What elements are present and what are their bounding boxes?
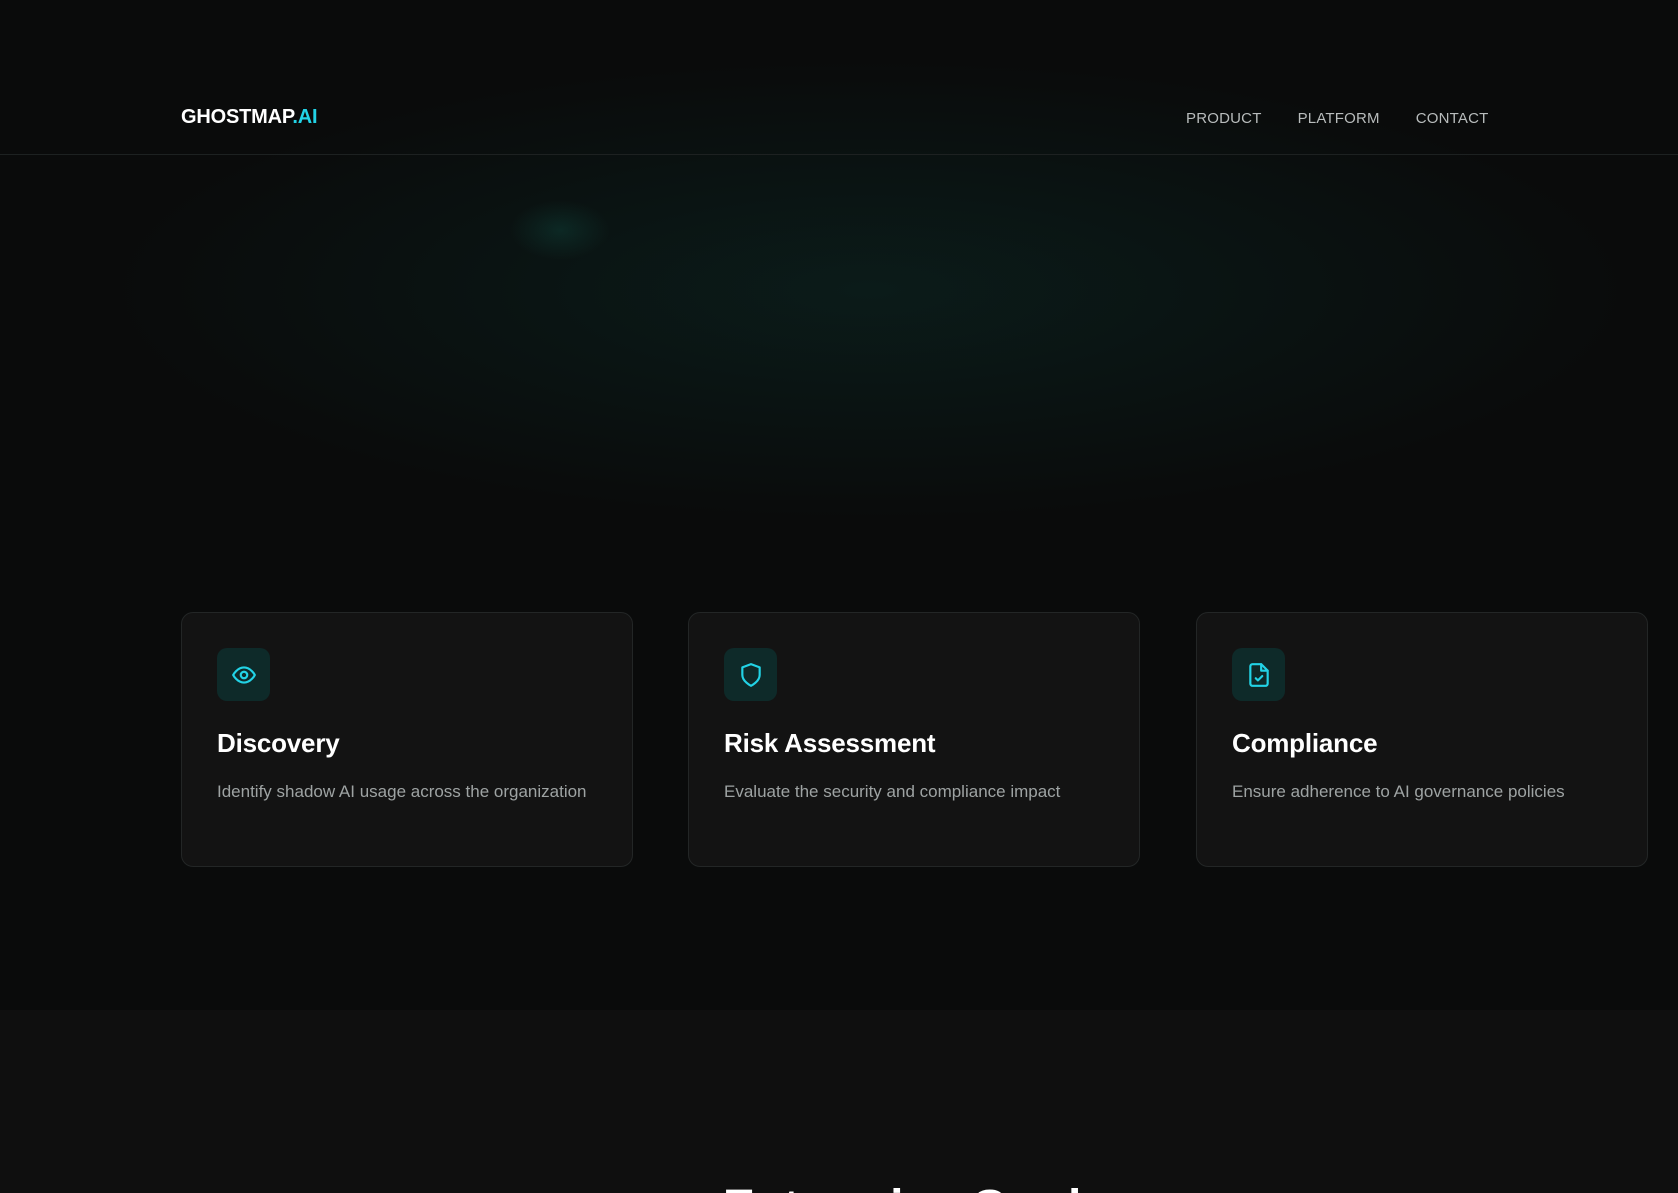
- feature-title: Discovery: [217, 728, 340, 758]
- feature-card-discovery: Discovery Identify shadow AI usage acros…: [181, 612, 633, 867]
- nav-product[interactable]: PRODUCT: [1186, 110, 1262, 127]
- feature-title: Risk Assessment: [724, 728, 936, 758]
- eye-icon: [217, 648, 270, 701]
- shield-icon: [724, 648, 777, 701]
- feature-description: Identify shadow AI usage across the orga…: [217, 782, 587, 801]
- feature-title: Compliance: [1232, 728, 1378, 758]
- feature-card-compliance: Compliance Ensure adherence to AI govern…: [1196, 612, 1648, 867]
- feature-description: Evaluate the security and compliance imp…: [724, 782, 1061, 801]
- logo-main: GHOSTMAP: [181, 106, 293, 128]
- enterprise-section: [0, 1010, 1678, 1193]
- main-nav: PRODUCT PLATFORM CONTACT: [1186, 110, 1489, 127]
- site-header: GHOSTMAP.AI PRODUCT PLATFORM CONTACT: [0, 84, 1678, 155]
- section-title: Enterprise-Grade: [0, 1178, 1678, 1193]
- logo-accent: .AI: [292, 106, 318, 128]
- logo[interactable]: GHOSTMAP.AI: [181, 106, 318, 129]
- feature-cards: Discovery Identify shadow AI usage acros…: [181, 612, 1650, 869]
- nav-platform[interactable]: PLATFORM: [1298, 110, 1380, 127]
- nav-contact[interactable]: CONTACT: [1416, 110, 1489, 127]
- feature-description: Ensure adherence to AI governance polici…: [1232, 782, 1565, 801]
- feature-card-risk-assessment: Risk Assessment Evaluate the security an…: [688, 612, 1140, 867]
- landing-page: GHOSTMAP.AI PRODUCT PLATFORM CONTACT Dis…: [0, 0, 1678, 1193]
- file-check-icon: [1232, 648, 1285, 701]
